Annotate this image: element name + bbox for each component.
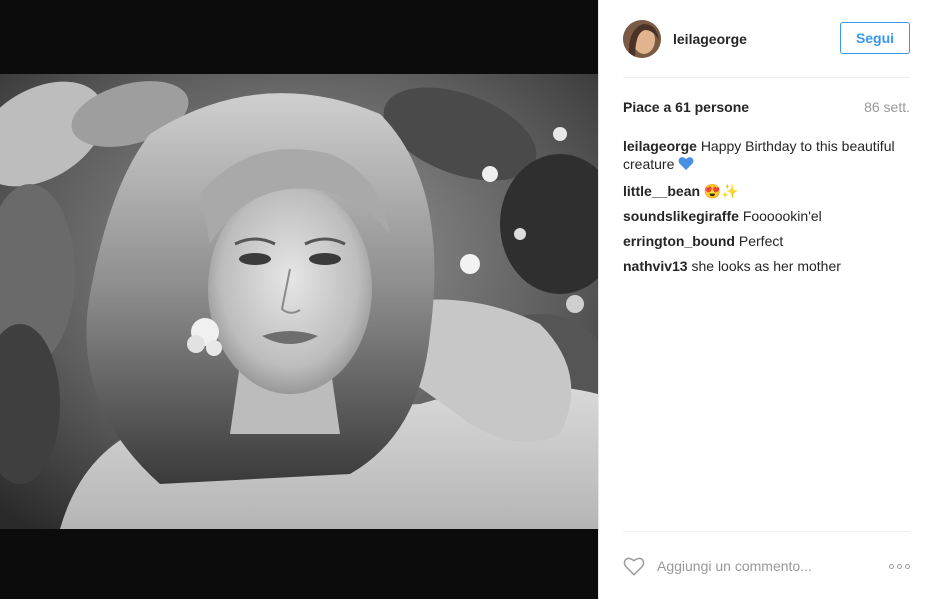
comment-item: nathviv13 she looks as her mother	[623, 257, 913, 275]
author-username[interactable]: leilageorge	[673, 31, 747, 47]
more-options-icon[interactable]	[889, 560, 910, 573]
dot-icon	[905, 563, 910, 569]
comment-item: soundslikegiraffe Foooookin'el	[623, 207, 913, 225]
comment-username[interactable]: little__bean	[623, 183, 700, 199]
comment-text: she looks as her mother	[691, 258, 841, 274]
comment-username[interactable]: leilageorge	[623, 138, 697, 154]
likes-count[interactable]: Piace a 61 persone	[623, 99, 749, 115]
comment-footer	[623, 552, 910, 580]
heart-outline-icon[interactable]	[623, 555, 645, 577]
comment-text: Perfect	[738, 233, 784, 249]
comments-list: leilageorge Happy Birthday to this beaut…	[623, 137, 913, 282]
avatar-image	[623, 20, 661, 58]
comment-item: little__bean 😍✨	[623, 182, 913, 200]
comment-text: 😍✨	[703, 183, 739, 199]
post-viewer: leilageorge Segui Piace a 61 persone 86 …	[0, 0, 936, 599]
footer-divider	[623, 531, 910, 532]
likes-row: Piace a 61 persone 86 sett.	[623, 99, 910, 115]
comment-input[interactable]	[657, 558, 867, 574]
media-panel	[0, 0, 598, 599]
post-header: leilageorge Segui	[623, 18, 910, 60]
comment-text: Foooookin'el	[742, 208, 822, 224]
dot-icon	[889, 563, 894, 569]
details-panel: leilageorge Segui Piace a 61 persone 86 …	[599, 0, 936, 599]
avatar[interactable]	[623, 20, 661, 58]
header-divider	[623, 77, 910, 78]
portrait-photo-graphic	[0, 74, 598, 529]
dot-icon	[897, 563, 902, 569]
comment-item: errington_bound Perfect	[623, 232, 913, 250]
comment-username[interactable]: soundslikegiraffe	[623, 208, 739, 224]
follow-button[interactable]: Segui	[840, 22, 910, 54]
comment-username[interactable]: nathviv13	[623, 258, 688, 274]
post-photo[interactable]	[0, 74, 598, 529]
comment-item: leilageorge Happy Birthday to this beaut…	[623, 137, 913, 175]
comment-username[interactable]: errington_bound	[623, 233, 735, 249]
blue-heart-icon	[678, 156, 694, 175]
post-time[interactable]: 86 sett.	[864, 99, 910, 115]
